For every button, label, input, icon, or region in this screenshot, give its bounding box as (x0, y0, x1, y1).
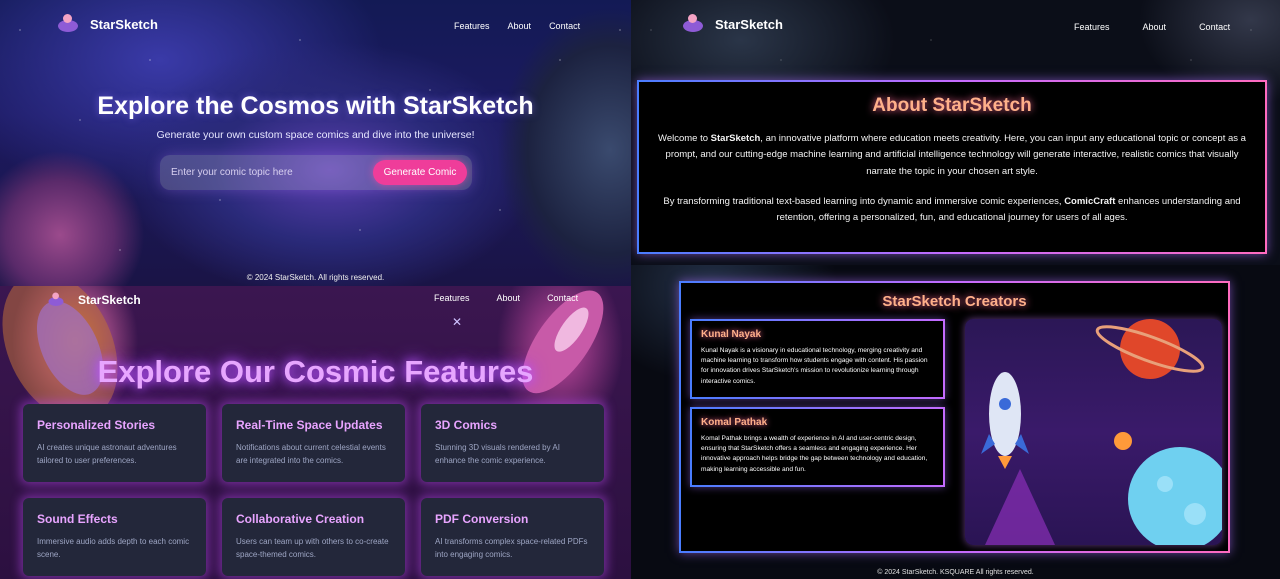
creator-name: Komal Pathak (701, 417, 768, 428)
creators-screen: StarSketch Creators Kunal Nayak Kunal Na… (631, 265, 1280, 579)
comic-topic-input[interactable]: Enter your comic topic here (171, 167, 293, 178)
home-nav-links: Features About Contact (454, 21, 580, 31)
moon-icon (1128, 447, 1222, 545)
brand-name: StarSketch (715, 16, 783, 32)
creator-bio: Kunal Nayak is a visionary in educationa… (701, 347, 928, 385)
feature-card[interactable]: PDF Conversion AI transforms complex spa… (421, 498, 604, 576)
feature-title: 3D Comics (435, 418, 498, 432)
starfield (0, 0, 631, 286)
planet-icon (1095, 319, 1205, 379)
brand-logo[interactable]: StarSketch (44, 290, 141, 310)
features-screen: ✕ StarSketch Features About Contact Expl… (0, 286, 631, 579)
creators-footer: © 2024 StarSketch. KSQUARE All rights re… (877, 569, 1034, 576)
feature-title: Personalized Stories (37, 418, 156, 432)
creator-bio: Komal Pathak brings a wealth of experien… (701, 435, 928, 473)
feature-card[interactable]: 3D Comics Stunning 3D visuals rendered b… (421, 404, 604, 482)
feature-card[interactable]: Real-Time Space Updates Notifications ab… (222, 404, 405, 482)
nav-contact-link[interactable]: Contact (549, 21, 580, 31)
home-footer: © 2024 StarSketch. All rights reserved. (246, 273, 385, 282)
features-title: Explore Our Cosmic Features (97, 354, 534, 389)
hero-subtitle: Generate your own custom space comics an… (156, 129, 475, 141)
generate-comic-button[interactable]: Generate Comic (373, 160, 467, 185)
star-icon: ✕ (452, 315, 462, 329)
logo-icon (56, 14, 80, 34)
feature-card[interactable]: Sound Effects Immersive audio adds depth… (23, 498, 206, 576)
feature-desc: Users can team up with others to co-crea… (236, 537, 389, 559)
feature-desc: AI creates unique astronaut adventures t… (37, 443, 177, 465)
feature-desc: Immersive audio adds depth to each comic… (37, 537, 190, 559)
feature-title: Collaborative Creation (236, 512, 365, 526)
space-illustration-svg (981, 319, 1222, 545)
about-paragraph-1: Welcome to StarSketch, an innovative pla… (658, 133, 1246, 177)
about-navbar: StarSketch (681, 14, 783, 34)
feature-desc: Stunning 3D visuals rendered by AI enhan… (435, 443, 560, 465)
nav-about-link[interactable]: About (1143, 22, 1167, 32)
rocket-trail (985, 469, 1055, 545)
comet-icon (1114, 432, 1132, 450)
brand-name: StarSketch (90, 16, 158, 32)
about-title: About StarSketch (872, 95, 1032, 116)
creator-card: Komal Pathak Komal Pathak brings a wealt… (690, 407, 945, 487)
nav-features-link[interactable]: Features (454, 21, 490, 31)
brand-logo[interactable]: StarSketch (681, 14, 783, 34)
creators-panel: StarSketch Creators Kunal Nayak Kunal Na… (679, 281, 1230, 553)
nav-contact-link[interactable]: Contact (1199, 22, 1230, 32)
about-nav-links: Features About Contact (1074, 22, 1230, 32)
features-navbar: StarSketch (44, 290, 141, 310)
feature-title: Sound Effects (37, 512, 118, 526)
brand-logo[interactable]: StarSketch (56, 14, 158, 34)
about-paragraph-2: By transforming traditional text-based l… (663, 195, 1241, 224)
logo-icon (681, 14, 705, 34)
space-illustration (965, 319, 1222, 545)
logo-icon (47, 292, 65, 308)
nav-features-link[interactable]: Features (434, 293, 470, 303)
nav-about-link[interactable]: About (497, 293, 521, 303)
feature-desc: AI transforms complex space-related PDFs… (435, 537, 588, 559)
brand-name: StarSketch (78, 293, 141, 307)
about-panel: About StarSketch Welcome to StarSketch, … (637, 80, 1267, 254)
nav-contact-link[interactable]: Contact (547, 293, 578, 303)
rocket-icon (981, 372, 1029, 469)
home-screen: StarSketch Features About Contact Explor… (0, 0, 631, 286)
feature-desc: Notifications about current celestial ev… (236, 443, 386, 465)
comic-topic-form: Enter your comic topic here Generate Com… (160, 155, 472, 190)
feature-card[interactable]: Personalized Stories AI creates unique a… (23, 404, 206, 482)
creators-title: StarSketch Creators (882, 293, 1027, 310)
about-screen: StarSketch Features About Contact About … (631, 0, 1280, 265)
home-navbar: StarSketch (56, 14, 158, 34)
creator-name: Kunal Nayak (701, 329, 762, 340)
feature-title: PDF Conversion (435, 512, 529, 526)
nav-about-link[interactable]: About (508, 21, 532, 31)
creator-card: Kunal Nayak Kunal Nayak is a visionary i… (690, 319, 945, 399)
feature-title: Real-Time Space Updates (236, 418, 383, 432)
feature-card[interactable]: Collaborative Creation Users can team up… (222, 498, 405, 576)
features-nav-links: Features About Contact (434, 293, 578, 303)
nav-features-link[interactable]: Features (1074, 22, 1110, 32)
hero-title: Explore the Cosmos with StarSketch (97, 92, 534, 120)
